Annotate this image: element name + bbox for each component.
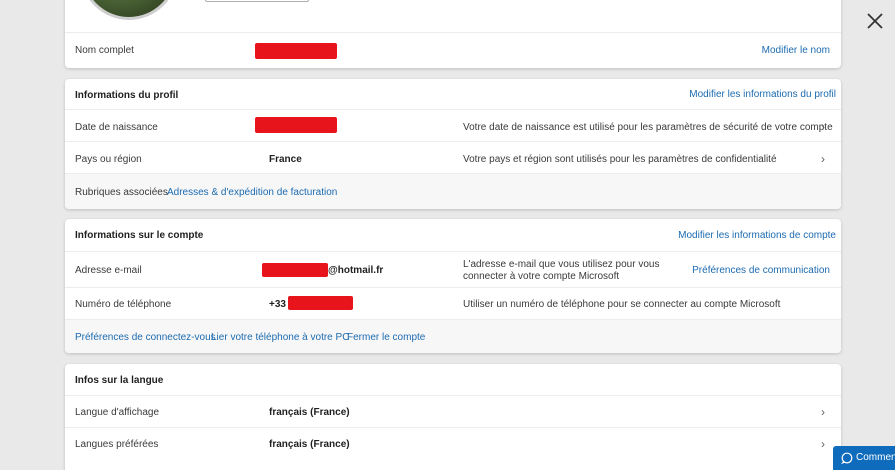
link-phone-link[interactable]: Lier votre téléphone à votre PC <box>211 332 349 343</box>
display-language-row[interactable]: Langue d'affichage français (France) › <box>65 395 841 427</box>
related-row: Rubriques associées Adresses & d'expédit… <box>65 173 841 209</box>
feedback-button[interactable]: Commen <box>833 446 895 470</box>
phone-label: Numéro de téléphone <box>75 299 172 310</box>
chevron-right-icon: › <box>821 152 825 166</box>
email-row: Adresse e-mail @hotmail.fr L'adresse e-m… <box>65 251 841 287</box>
phone-description: Utiliser un numéro de téléphone pour se … <box>463 299 781 310</box>
preferred-languages-label: Langues préférées <box>75 439 159 450</box>
edit-profile-link[interactable]: Modifier les informations du profil <box>689 89 836 100</box>
name-card: Nom complet Modifier le nom <box>65 0 841 68</box>
account-header: Informations sur le compte Modifier les … <box>65 219 841 251</box>
chevron-right-icon: › <box>821 437 825 451</box>
birthdate-label: Date de naissance <box>75 122 158 133</box>
related-label: Rubriques associées <box>75 187 168 198</box>
phone-row: Numéro de téléphone +33 Utiliser un numé… <box>65 287 841 319</box>
email-domain: @hotmail.fr <box>328 265 384 276</box>
feedback-label: Commen <box>856 452 895 463</box>
country-value: France <box>269 154 302 165</box>
account-info-card: Informations sur le compte Modifier les … <box>65 219 841 353</box>
chevron-right-icon: › <box>821 120 825 134</box>
signin-preferences-link[interactable]: Préférences de connectez-vous <box>75 332 216 343</box>
close-account-link[interactable]: Fermer le compte <box>347 332 425 343</box>
redacted-birthdate <box>255 117 337 133</box>
edit-name-link[interactable]: Modifier le nom <box>762 45 830 56</box>
preferred-languages-value: français (France) <box>269 439 350 450</box>
redacted-name <box>255 43 337 59</box>
full-name-row: Nom complet Modifier le nom <box>65 32 841 68</box>
comment-icon <box>841 452 853 464</box>
display-language-label: Langue d'affichage <box>75 407 160 418</box>
profile-avatar <box>80 0 178 20</box>
preferred-languages-row[interactable]: Langues préférées français (France) › <box>65 427 841 459</box>
close-button[interactable] <box>864 10 886 32</box>
profile-header: Informations du profil Modifier les info… <box>65 79 841 109</box>
birthdate-row[interactable]: Date de naissance Votre date de naissanc… <box>65 109 841 141</box>
billing-address-link[interactable]: Adresses & d'expédition de facturation <box>167 187 337 198</box>
chevron-right-icon: › <box>821 405 825 419</box>
edit-account-link[interactable]: Modifier les informations de compte <box>678 230 836 241</box>
profile-title: Informations du profil <box>75 90 179 101</box>
email-label: Adresse e-mail <box>75 265 142 276</box>
account-title: Informations sur le compte <box>75 230 204 241</box>
language-info-card: Infos sur la langue Langue d'affichage f… <box>65 364 841 470</box>
birthdate-description: Votre date de naissance est utilisé pour… <box>463 122 833 133</box>
country-label: Pays ou région <box>75 154 142 165</box>
account-footer-links: Préférences de connectez-vous Lier votre… <box>65 319 841 353</box>
country-row[interactable]: Pays ou région France Votre pays et régi… <box>65 141 841 173</box>
change-photo-button[interactable] <box>205 0 309 2</box>
display-language-value: français (France) <box>269 407 350 418</box>
language-title: Infos sur la langue <box>75 375 164 386</box>
profile-info-card: Informations du profil Modifier les info… <box>65 79 841 209</box>
language-header: Infos sur la langue <box>65 364 841 395</box>
close-icon <box>867 13 883 29</box>
redacted-phone <box>288 296 353 310</box>
redacted-email <box>262 263 328 277</box>
communication-preferences-link[interactable]: Préférences de communication <box>692 265 830 276</box>
email-description-line2: connecter à votre compte Microsoft <box>463 271 620 282</box>
country-description: Votre pays et région sont utilisés pour … <box>463 154 777 165</box>
phone-prefix: +33 <box>269 299 286 310</box>
full-name-label: Nom complet <box>75 45 134 56</box>
email-description-line1: L'adresse e-mail que vous utilisez pour … <box>463 259 660 270</box>
